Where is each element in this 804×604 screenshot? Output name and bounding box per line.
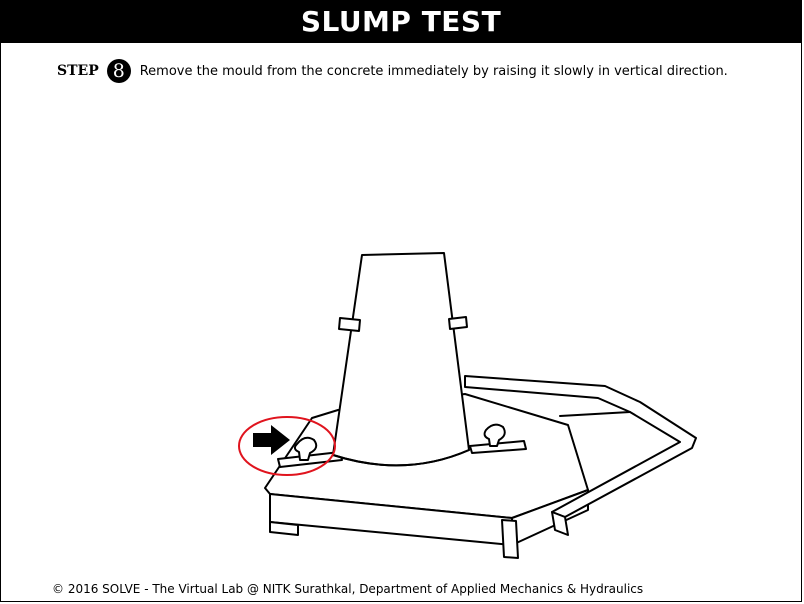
slump-cone [332,252,470,467]
copyright-footer: © 2016 SOLVE - The Virtual Lab @ NITK Su… [52,582,644,596]
base-front-leg [501,519,519,559]
arrow-right-icon [253,425,290,455]
slump-test-illustration [238,252,697,559]
base-left-leg [269,521,299,536]
cone-handle-left [338,317,361,332]
tray-inner-rail [559,411,631,417]
cone-handle-right [448,316,468,330]
